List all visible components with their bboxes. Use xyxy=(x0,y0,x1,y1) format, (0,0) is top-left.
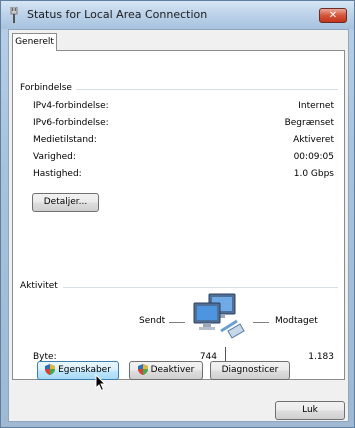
network-computers-icon xyxy=(193,293,245,339)
media-state-value: Aktiveret xyxy=(293,135,334,145)
diagnose-button[interactable]: Diagnosticer xyxy=(210,361,290,380)
disable-button[interactable]: Deaktiver xyxy=(129,361,203,380)
network-connector-icon xyxy=(10,7,18,23)
received-label: Modtaget xyxy=(275,316,318,326)
speed-value: 1.0 Gbps xyxy=(293,169,334,179)
speed-label: Hastighed: xyxy=(33,169,82,179)
media-state-label: Medietilstand: xyxy=(33,135,97,145)
disable-button-label: Deaktiver xyxy=(150,365,195,375)
sent-label: Sendt xyxy=(139,316,166,326)
duration-value: 00:09:05 xyxy=(293,152,334,162)
details-button[interactable]: Detaljer... xyxy=(32,193,99,212)
mouse-pointer-icon xyxy=(95,374,107,392)
ipv6-label: IPv6-forbindelse: xyxy=(33,118,109,128)
activity-divider xyxy=(225,347,226,361)
window-title: Status for Local Area Connection xyxy=(27,8,208,21)
connection-group-divider xyxy=(75,89,338,90)
general-tab-panel: Forbindelse IPv4-forbindelse: Internet I… xyxy=(12,50,345,380)
uac-shield-icon xyxy=(45,364,56,375)
title-bar[interactable]: Status for Local Area Connection ✕ xyxy=(1,1,354,29)
bytes-received-value: 1.183 xyxy=(308,352,334,362)
duration-label: Varighed: xyxy=(33,152,76,162)
status-dialog: Status for Local Area Connection ✕ Gener… xyxy=(0,0,355,428)
sent-connector-line xyxy=(169,322,185,323)
dialog-client-area: Generelt Forbindelse IPv4-forbindelse: I… xyxy=(8,29,349,422)
close-window-button[interactable]: ✕ xyxy=(319,8,347,23)
close-button[interactable]: Luk xyxy=(275,401,345,420)
connection-group-label: Forbindelse xyxy=(20,83,76,93)
ipv4-label: IPv4-forbindelse: xyxy=(33,101,109,111)
received-connector-line xyxy=(253,322,269,323)
activity-group-divider xyxy=(63,287,338,288)
ipv4-value: Internet xyxy=(298,101,334,111)
tab-general[interactable]: Generelt xyxy=(12,33,57,51)
ipv6-value: Begrænset xyxy=(284,118,334,128)
uac-shield-icon xyxy=(137,364,148,375)
activity-group-label: Aktivitet xyxy=(20,281,62,291)
